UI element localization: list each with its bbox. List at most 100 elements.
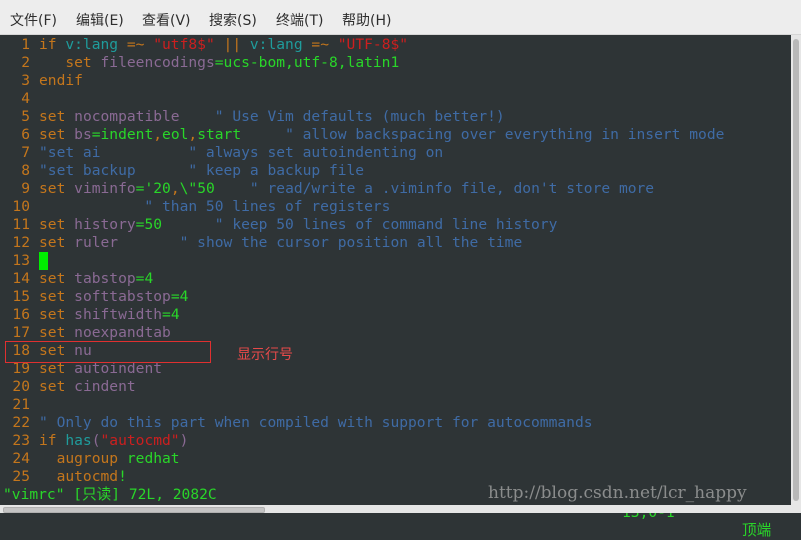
code-token: ! — [118, 468, 127, 485]
horizontal-scrollbar[interactable] — [0, 505, 801, 513]
code-line[interactable]: 10 " than 50 lines of registers — [0, 198, 390, 216]
code-token: viminfo — [74, 180, 136, 197]
code-token: v:lang — [249, 36, 312, 53]
code-token: , — [170, 180, 180, 197]
code-token: start — [197, 126, 286, 143]
line-number: 10 — [12, 198, 30, 215]
code-line[interactable]: 21 — [0, 396, 39, 414]
code-line[interactable]: 12 set ruler " show the cursor position a… — [0, 234, 522, 252]
menu-edit[interactable]: 编辑(E) — [76, 10, 124, 30]
code-token: softtabstop — [74, 288, 171, 305]
code-token: history — [74, 216, 136, 233]
code-token: has — [65, 432, 92, 449]
code-line[interactable]: 25 autocmd! — [0, 468, 127, 486]
code-line[interactable]: 5 set nocompatible " Use Vim defaults (mu… — [0, 108, 505, 126]
code-token: =4 — [135, 270, 154, 287]
line-number: 14 — [12, 270, 30, 287]
code-token: cindent — [74, 378, 136, 395]
line-number: 1 — [21, 36, 30, 53]
code-line[interactable]: 22 " Only do this part when compiled with… — [0, 414, 592, 432]
code-line[interactable]: 9 set viminfo='20,\"50 " read/write a .vi… — [0, 180, 654, 198]
code-line[interactable]: 2 set fileencodings=ucs-bom,utf-8,latin1 — [0, 54, 399, 72]
code-token: ) — [179, 432, 189, 449]
code-token: tabstop — [74, 270, 136, 287]
code-line[interactable]: 7 "set ai " always set autoindenting on — [0, 144, 443, 162]
vertical-scrollbar[interactable] — [791, 35, 801, 505]
code-token: autocmd — [39, 468, 119, 485]
line-number: 25 — [12, 468, 30, 485]
code-line[interactable]: 4 — [0, 90, 39, 108]
code-token: "set backup " keep a backup file — [39, 162, 365, 179]
code-line[interactable]: 20 set cindent — [0, 378, 136, 396]
vim-editor[interactable]: 1 if v:lang =~ "utf8$" || v:lang =~ "UTF-… — [0, 35, 791, 505]
vertical-scrollbar-thumb[interactable] — [793, 39, 799, 501]
code-token: set — [39, 108, 75, 125]
code-token: =~ — [311, 36, 338, 53]
line-number: 16 — [12, 306, 30, 323]
code-line[interactable]: 24 augroup redhat — [0, 450, 180, 468]
code-line[interactable]: 23 if has("autocmd") — [0, 432, 188, 450]
text-cursor — [39, 252, 48, 270]
code-line[interactable]: 14 set tabstop=4 — [0, 270, 153, 288]
code-line[interactable]: 3 endif — [0, 72, 83, 90]
menu-bar: 文件(F) 编辑(E) 查看(V) 搜索(S) 终端(T) 帮助(H) — [0, 0, 801, 35]
status-ruler: 13,0-1 顶端 — [622, 486, 771, 539]
code-token: eol — [162, 126, 189, 143]
status-file-info: "vimrc" [只读] 72L, 2082C — [3, 486, 217, 503]
code-token: redhat — [126, 450, 180, 467]
code-token: set — [39, 378, 75, 395]
code-token: || — [223, 36, 250, 53]
menu-help[interactable]: 帮助(H) — [342, 10, 391, 30]
code-line[interactable]: 8 "set backup " keep a backup file — [0, 162, 364, 180]
code-token: shiftwidth — [74, 306, 163, 323]
code-line[interactable]: 15 set softtabstop=4 — [0, 288, 188, 306]
code-token: set — [39, 288, 75, 305]
code-token: =4 — [162, 306, 180, 323]
code-token: " show the cursor position all the time — [179, 234, 523, 251]
line-number: 12 — [12, 234, 30, 251]
code-token: if — [39, 432, 66, 449]
code-line[interactable]: 16 set shiftwidth=4 — [0, 306, 180, 324]
line-number: 21 — [12, 396, 30, 413]
code-token: =~ — [126, 36, 154, 53]
code-token: bs — [74, 126, 92, 143]
code-token: nocompatible — [74, 108, 215, 125]
code-token: "autocmd" — [100, 432, 180, 449]
code-token: =4 — [170, 288, 189, 305]
code-token: ( — [91, 432, 101, 449]
code-line[interactable]: 17 set noexpandtab — [0, 324, 170, 342]
code-token: =50 — [135, 216, 215, 233]
line-number: 2 — [21, 54, 30, 71]
code-token: " keep 50 lines of command line history — [214, 216, 558, 233]
scroll-position: 顶端 — [742, 522, 772, 539]
line-number: 8 — [21, 162, 30, 179]
menu-terminal[interactable]: 终端(T) — [276, 10, 323, 30]
menu-search[interactable]: 搜索(S) — [209, 10, 257, 30]
horizontal-scrollbar-thumb[interactable] — [3, 507, 265, 513]
line-number: 5 — [21, 108, 30, 125]
code-token: "UTF-8$" — [337, 36, 409, 53]
code-token: " read/write a .viminfo file, don't stor… — [249, 180, 655, 197]
code-token: set — [39, 306, 75, 323]
line-number: 22 — [12, 414, 30, 431]
code-token: set — [39, 126, 75, 143]
menu-view[interactable]: 查看(V) — [142, 10, 191, 30]
code-token: "utf8$" — [153, 36, 224, 53]
code-line[interactable]: 11 set history=50 " keep 50 lines of comm… — [0, 216, 557, 234]
line-number: 6 — [21, 126, 30, 143]
line-number: 20 — [12, 378, 30, 395]
code-token: " Use Vim defaults (much better!) — [214, 108, 505, 125]
annotation-label: 显示行号 — [237, 347, 293, 363]
line-number: 13 — [12, 252, 30, 269]
line-number: 15 — [12, 288, 30, 305]
line-number: 3 — [21, 72, 30, 89]
code-line[interactable]: 13 — [0, 252, 48, 270]
code-token: set — [39, 234, 75, 251]
code-token: set — [39, 216, 75, 233]
code-token: fileencodings — [100, 54, 215, 71]
code-line[interactable]: 6 set bs=indent,eol,start " allow backspa… — [0, 126, 724, 144]
watermark: http://blog.csdn.net/lcr_happy — [488, 483, 747, 503]
code-token: , — [188, 126, 198, 143]
code-line[interactable]: 1 if v:lang =~ "utf8$" || v:lang =~ "UTF-… — [0, 36, 408, 54]
menu-file[interactable]: 文件(F) — [10, 10, 57, 30]
